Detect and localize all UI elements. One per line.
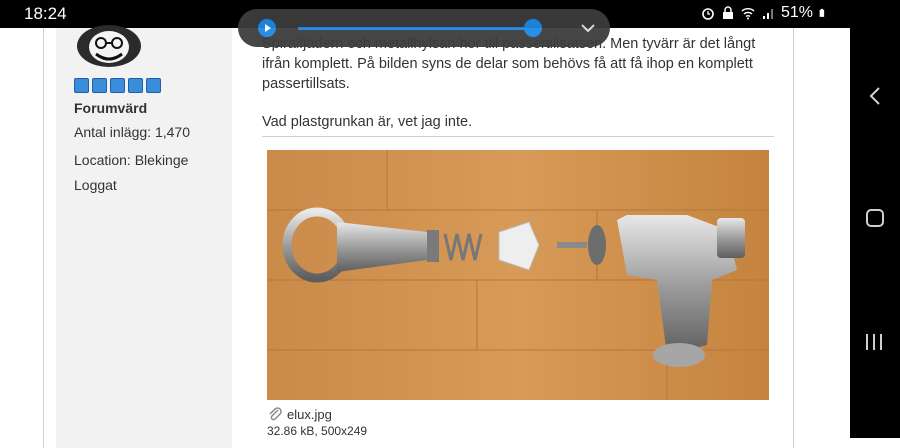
navigation-bar	[850, 0, 900, 438]
paperclip-icon	[269, 407, 282, 421]
forum-post: Forumvärd Antal inlägg: 1,470 Location: …	[43, 25, 794, 448]
chevron-down-icon[interactable]	[578, 18, 598, 38]
media-player	[238, 9, 610, 47]
post-question: Vad plastgrunkan är, vet jag inte.	[262, 114, 473, 130]
user-rank: Forumvärd	[74, 100, 148, 116]
clock: 18:24	[24, 4, 67, 23]
play-button[interactable]	[258, 19, 276, 37]
seek-bar[interactable]	[298, 27, 540, 30]
star-icon	[146, 78, 161, 93]
post-author-sidebar: Forumvärd Antal inlägg: 1,470 Location: …	[56, 25, 232, 448]
attachment-image[interactable]	[267, 150, 769, 400]
back-button[interactable]	[850, 84, 900, 108]
user-location: Location: Blekinge	[74, 152, 189, 168]
lock-icon	[722, 6, 733, 19]
home-button[interactable]	[850, 207, 900, 231]
seek-thumb[interactable]	[523, 19, 542, 37]
wifi-icon	[741, 8, 755, 20]
avatar[interactable]	[74, 24, 144, 68]
star-icon	[110, 78, 125, 93]
attachment-name[interactable]: elux.jpg	[287, 407, 332, 422]
rank-stars	[74, 78, 161, 93]
star-icon	[128, 78, 143, 93]
attachment-info: 32.86 kB, 500x249	[267, 424, 368, 438]
divider	[262, 136, 774, 137]
status-icons: 51%	[701, 4, 828, 22]
battery-level: 51%	[780, 4, 813, 21]
forum-page: Forumvärd Antal inlägg: 1,470 Location: …	[0, 25, 850, 448]
alarm-icon	[702, 8, 714, 20]
recent-apps-button[interactable]	[850, 330, 900, 354]
star-icon	[92, 78, 107, 93]
online-status: Loggat	[74, 177, 117, 193]
battery-icon	[819, 8, 825, 17]
attachment-link[interactable]: elux.jpg	[267, 406, 332, 422]
star-icon	[74, 78, 89, 93]
signal-icon	[762, 9, 773, 19]
post-count: Antal inlägg: 1,470	[74, 124, 190, 140]
